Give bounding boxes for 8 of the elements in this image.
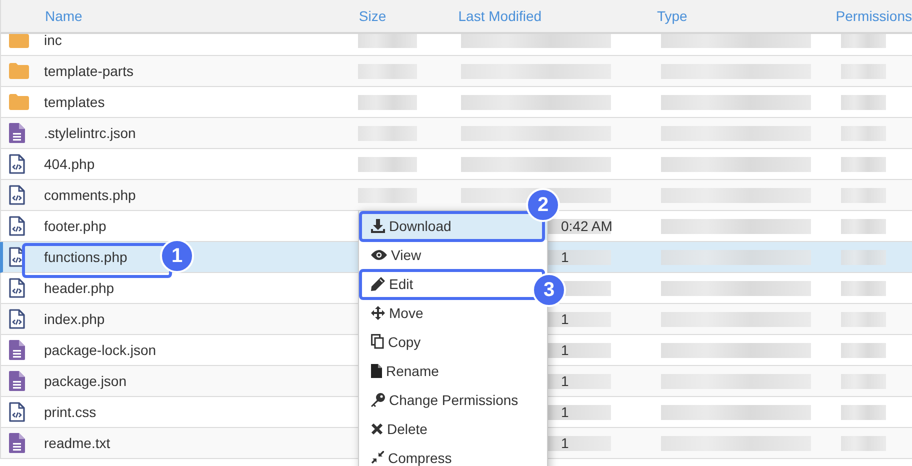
modified-date: 1 — [561, 311, 569, 327]
modified-date: 0:42 AM — [561, 218, 612, 234]
step-badge: 1 — [160, 239, 194, 273]
modified-date: 1 — [561, 373, 569, 389]
modified-date: 1 — [561, 404, 569, 420]
modified-date: 1 — [561, 342, 569, 358]
modified-date: 1 — [561, 435, 569, 451]
modified-date: 1 — [561, 249, 569, 265]
